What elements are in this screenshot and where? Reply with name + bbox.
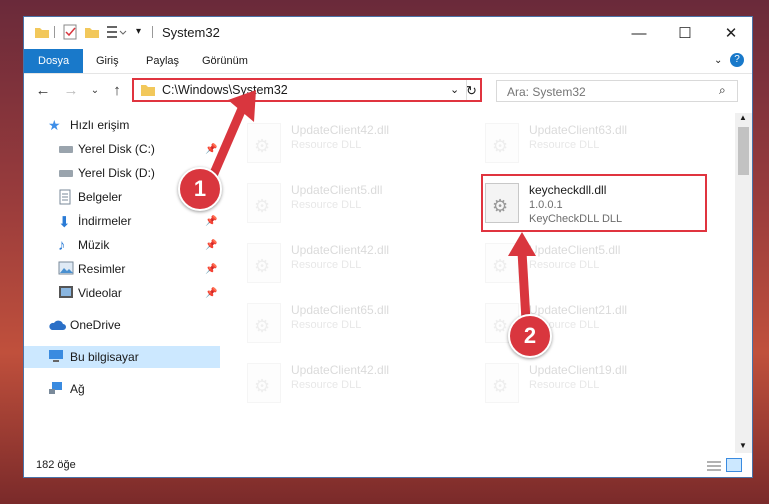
step-2-badge: 2 <box>508 314 552 358</box>
arrow-2-head <box>508 232 536 256</box>
arrow-1-shaft <box>207 102 249 180</box>
arrow-2-shaft <box>517 251 531 321</box>
step-1-badge: 1 <box>178 167 222 211</box>
annotation-arrows <box>207 90 536 321</box>
